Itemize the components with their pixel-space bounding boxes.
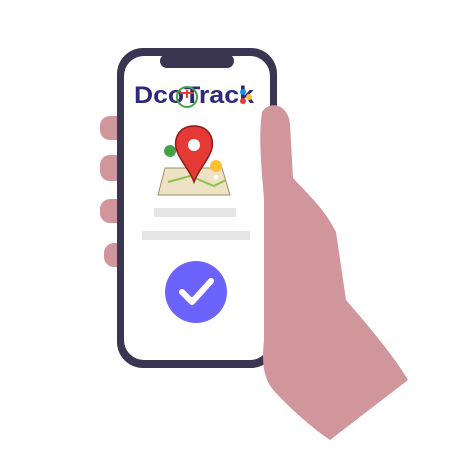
phone-notch	[160, 54, 234, 68]
placeholder-line-2	[142, 231, 250, 240]
logo-text-suffix: Track	[184, 82, 255, 109]
hand	[260, 105, 408, 440]
app-logo: Dco Track	[134, 82, 255, 109]
confirm-button[interactable]	[165, 261, 227, 323]
mobile-tracking-illustration: Dco Track	[0, 0, 462, 462]
placeholder-line-1	[154, 208, 236, 217]
